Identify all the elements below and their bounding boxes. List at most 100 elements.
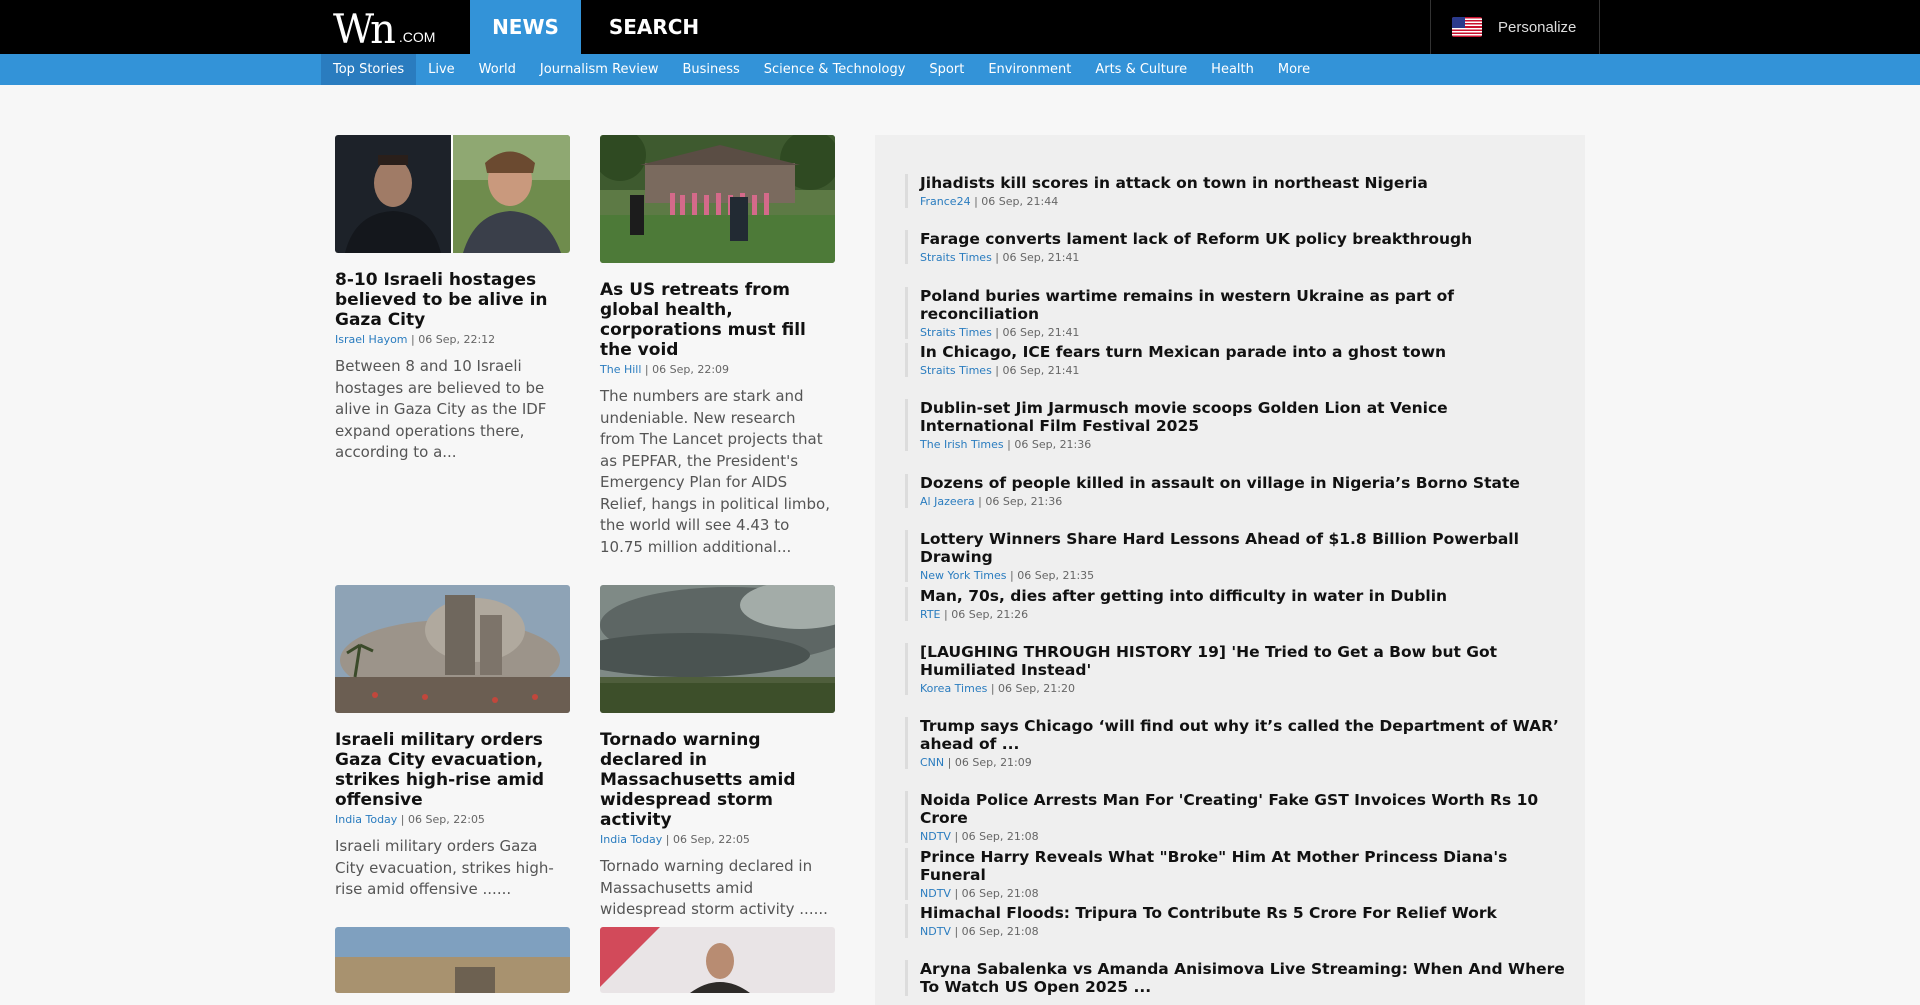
- headline-item[interactable]: Aryna Sabalenka vs Amanda Anisimova Live…: [905, 960, 1565, 996]
- article-image-school[interactable]: [600, 135, 835, 263]
- category-sport[interactable]: Sport: [917, 54, 976, 85]
- category-health[interactable]: Health: [1199, 54, 1266, 85]
- search-tab[interactable]: SEARCH: [584, 0, 724, 54]
- headline-title[interactable]: Noida Police Arrests Man For 'Creating' …: [920, 791, 1565, 827]
- article-meta: The Hill | 06 Sep, 22:09: [600, 363, 835, 376]
- meta-separator: |: [641, 363, 653, 376]
- article-image-bottom-left[interactable]: [335, 927, 570, 993]
- headline-source[interactable]: NDTV: [920, 925, 951, 938]
- headline-item[interactable]: Farage converts lament lack of Reform UK…: [905, 230, 1565, 264]
- headline-time: 06 Sep, 21:36: [1014, 438, 1092, 451]
- headline-time: 06 Sep, 21:41: [1002, 251, 1080, 264]
- headline-source[interactable]: CNN: [920, 756, 944, 769]
- article-image-hostages[interactable]: [335, 135, 570, 253]
- headline-item[interactable]: In Chicago, ICE fears turn Mexican parad…: [905, 343, 1565, 377]
- category-more[interactable]: More: [1266, 54, 1322, 85]
- headline-title[interactable]: Prince Harry Reveals What "Broke" Him At…: [920, 848, 1565, 884]
- headline-time: 06 Sep, 21:20: [998, 682, 1075, 695]
- headline-time: 06 Sep, 21:09: [954, 756, 1032, 769]
- article-card[interactable]: 8-10 Israeli hostages believed to be ali…: [335, 135, 570, 464]
- article-card[interactable]: As US retreats from global health, corpo…: [600, 135, 835, 558]
- headline-source[interactable]: Al Jazeera: [920, 495, 975, 508]
- headline-item[interactable]: Noida Police Arrests Man For 'Creating' …: [905, 791, 1565, 843]
- headline-time: 06 Sep, 21:08: [961, 925, 1039, 938]
- headline-item[interactable]: Dublin-set Jim Jarmusch movie scoops Gol…: [905, 399, 1565, 451]
- category-environment[interactable]: Environment: [976, 54, 1083, 85]
- site-logo[interactable]: W n .COM: [333, 6, 435, 50]
- headline-title[interactable]: Dublin-set Jim Jarmusch movie scoops Gol…: [920, 399, 1565, 435]
- headline-source[interactable]: France24: [920, 195, 971, 208]
- headline-source[interactable]: Straits Times: [920, 251, 992, 264]
- headline-source[interactable]: New York Times: [920, 569, 1007, 582]
- headline-item[interactable]: Himachal Floods: Tripura To Contribute R…: [905, 904, 1565, 938]
- article-source[interactable]: The Hill: [600, 363, 641, 376]
- headline-title[interactable]: Poland buries wartime remains in western…: [920, 287, 1565, 323]
- news-tab[interactable]: NEWS: [470, 0, 581, 54]
- category-world[interactable]: World: [467, 54, 528, 85]
- logo-letter-w: W: [333, 7, 374, 53]
- article-image-bottom-right[interactable]: [600, 927, 835, 993]
- category-top-stories[interactable]: Top Stories: [321, 54, 417, 85]
- meta-separator: |: [1006, 569, 1018, 582]
- category-business[interactable]: Business: [670, 54, 751, 85]
- headline-source[interactable]: NDTV: [920, 830, 951, 843]
- headline-item[interactable]: Poland buries wartime remains in western…: [905, 287, 1565, 339]
- article-image-storm[interactable]: [600, 585, 835, 713]
- category-bar: Top Stories Live World Journalism Review…: [0, 54, 1920, 85]
- article-card[interactable]: [600, 927, 835, 993]
- headline-title[interactable]: Himachal Floods: Tripura To Contribute R…: [920, 904, 1565, 922]
- article-source[interactable]: Israel Hayom: [335, 333, 408, 346]
- headline-title[interactable]: Trump says Chicago ‘will find out why it…: [920, 717, 1565, 753]
- headline-item[interactable]: [LAUGHING THROUGH HISTORY 19] 'He Tried …: [905, 643, 1565, 695]
- headline-item[interactable]: Dozens of people killed in assault on vi…: [905, 474, 1565, 508]
- headline-item[interactable]: Jihadists kill scores in attack on town …: [905, 174, 1565, 208]
- category-arts-culture[interactable]: Arts & Culture: [1083, 54, 1199, 85]
- headline-item[interactable]: Prince Harry Reveals What "Broke" Him At…: [905, 848, 1565, 900]
- article-source[interactable]: India Today: [335, 813, 397, 826]
- meta-separator: |: [987, 682, 999, 695]
- headline-source[interactable]: RTE: [920, 608, 941, 621]
- headline-time: 06 Sep, 21:26: [951, 608, 1029, 621]
- meta-separator: |: [970, 195, 982, 208]
- article-time: 06 Sep, 22:05: [408, 813, 485, 826]
- article-time: 06 Sep, 22:05: [673, 833, 750, 846]
- category-journalism-review[interactable]: Journalism Review: [528, 54, 671, 85]
- headline-title[interactable]: Lottery Winners Share Hard Lessons Ahead…: [920, 530, 1565, 566]
- top-navigation-bar: W n .COM NEWS SEARCH Personalize: [0, 0, 1920, 54]
- article-meta: India Today | 06 Sep, 22:05: [600, 833, 835, 846]
- meta-separator: |: [950, 830, 962, 843]
- article-summary: Tornado warning declared in Massachusett…: [600, 857, 828, 918]
- headline-item[interactable]: Man, 70s, dies after getting into diffic…: [905, 587, 1565, 621]
- article-title[interactable]: Tornado warning declared in Massachusett…: [600, 730, 835, 830]
- headline-source[interactable]: NDTV: [920, 887, 951, 900]
- headline-title[interactable]: Man, 70s, dies after getting into diffic…: [920, 587, 1565, 605]
- article-time: 06 Sep, 22:12: [418, 333, 496, 346]
- headline-item[interactable]: Lottery Winners Share Hard Lessons Ahead…: [905, 530, 1565, 582]
- personalize-button[interactable]: Personalize: [1430, 0, 1600, 54]
- headline-title[interactable]: Aryna Sabalenka vs Amanda Anisimova Live…: [920, 960, 1565, 996]
- meta-separator: |: [991, 326, 1003, 339]
- headline-title[interactable]: Dozens of people killed in assault on vi…: [920, 474, 1565, 492]
- article-title[interactable]: Israeli military orders Gaza City evacua…: [335, 730, 570, 810]
- headline-title[interactable]: In Chicago, ICE fears turn Mexican parad…: [920, 343, 1565, 361]
- article-source[interactable]: India Today: [600, 833, 662, 846]
- meta-separator: |: [662, 833, 674, 846]
- headline-title[interactable]: Jihadists kill scores in attack on town …: [920, 174, 1565, 192]
- headline-source[interactable]: The Irish Times: [920, 438, 1004, 451]
- article-title[interactable]: As US retreats from global health, corpo…: [600, 280, 835, 360]
- headline-time: 06 Sep, 21:41: [1002, 364, 1080, 377]
- headline-source[interactable]: Straits Times: [920, 364, 992, 377]
- headline-source[interactable]: Straits Times: [920, 326, 992, 339]
- headline-title[interactable]: [LAUGHING THROUGH HISTORY 19] 'He Tried …: [920, 643, 1565, 679]
- headline-source[interactable]: Korea Times: [920, 682, 987, 695]
- article-card[interactable]: Tornado warning declared in Massachusett…: [600, 585, 835, 921]
- article-card[interactable]: [335, 927, 570, 993]
- category-live[interactable]: Live: [416, 54, 467, 85]
- headline-item[interactable]: Trump says Chicago ‘will find out why it…: [905, 717, 1565, 769]
- article-image-gaza-strike[interactable]: [335, 585, 570, 713]
- meta-separator: |: [940, 608, 952, 621]
- article-title[interactable]: 8-10 Israeli hostages believed to be ali…: [335, 270, 570, 330]
- article-card[interactable]: Israeli military orders Gaza City evacua…: [335, 585, 570, 901]
- headline-title[interactable]: Farage converts lament lack of Reform UK…: [920, 230, 1565, 248]
- category-science-technology[interactable]: Science & Technology: [752, 54, 918, 85]
